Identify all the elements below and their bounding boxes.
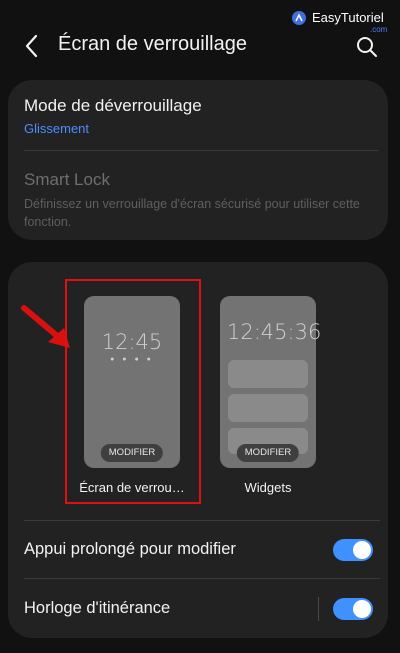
watermark-domain: .com [370,25,388,34]
brand-logo-icon [292,10,306,25]
unlock-settings-card: Mode de déverrouillage Glissement Smart … [8,80,388,240]
divider [24,150,378,151]
page-title: Écran de verrouillage [58,33,247,55]
lock-preview-card: 12:45 ● ● ● ● MODIFIER Écran de verrou… … [8,262,388,638]
unlock-mode-label: Mode de déverrouillage [24,96,202,115]
search-icon[interactable] [355,35,379,59]
widgets-edit-button[interactable]: MODIFIER [236,444,300,462]
unlock-mode-value: Glissement [24,121,90,136]
smart-lock-description: Définissez un verrouillage d'écran sécur… [24,197,360,229]
toggle-knob [353,541,371,559]
long-press-toggle[interactable] [333,539,373,561]
widget-placeholder [228,360,308,388]
unlock-mode-item[interactable]: Mode de déverrouillage Glissement [24,96,364,136]
widgets-preview[interactable]: 12:45:36 MODIFIER [220,296,321,468]
smart-lock-label: Smart Lock [24,170,110,189]
widget-placeholder [228,394,308,422]
lockscreen-caption: Écran de verrou… [79,480,185,495]
watermark-text: EasyTutoriel [312,10,384,25]
lockscreen-clock: 12:45 [101,330,163,354]
smart-lock-item: Smart Lock Définissez un verrouillage d'… [24,170,364,231]
lockscreen-preview[interactable]: 12:45 ● ● ● ● MODIFIER [84,296,180,468]
vertical-divider [318,597,319,621]
divider [24,578,380,579]
widgets-caption: Widgets [244,480,292,495]
watermark-logo: EasyTutoriel [292,10,384,25]
long-press-label: Appui prolongé pour modifier [24,540,236,558]
roaming-clock-toggle[interactable] [333,598,373,620]
widgets-clock: 12:45:36 [227,320,322,344]
divider [24,520,380,521]
roaming-clock-label: Horloge d'itinérance [24,599,171,617]
toggle-knob [353,600,371,618]
pin-dots-icon: ● ● ● ● [110,356,154,363]
roaming-clock-setting[interactable]: Horloge d'itinérance [24,589,374,629]
lockscreen-edit-button[interactable]: MODIFIER [100,444,164,462]
back-arrow-icon[interactable] [20,32,44,60]
long-press-edit-setting[interactable]: Appui prolongé pour modifier [24,530,374,570]
